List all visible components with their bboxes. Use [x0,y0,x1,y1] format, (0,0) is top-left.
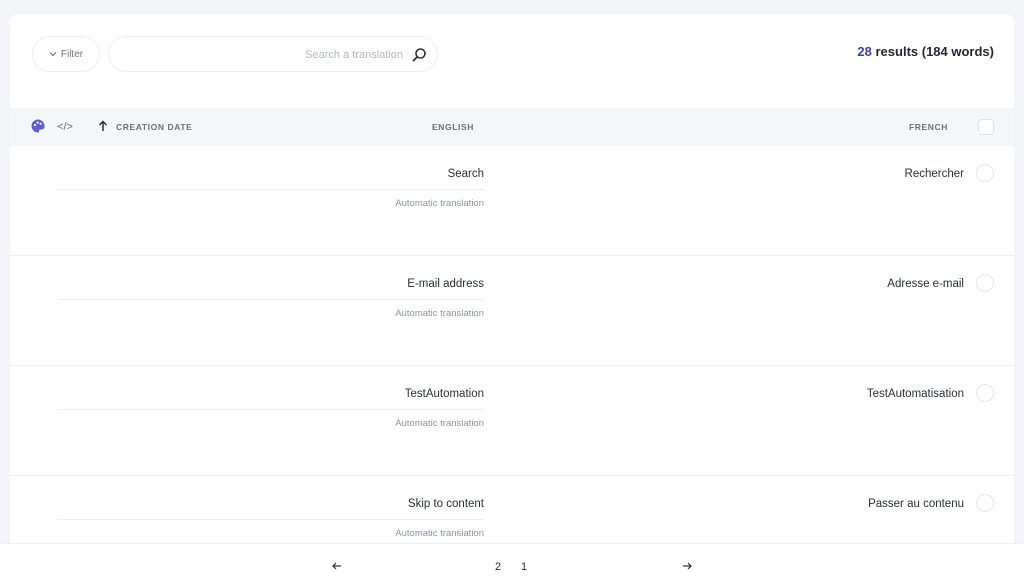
search-input[interactable] [123,46,403,64]
panel-header: 28 results (184 words) Filter [10,14,1014,88]
source-text: Passer au contenu [868,498,964,510]
translations-panel: 28 results (184 words) Filter FRENCH ENG… [10,14,1014,586]
page-2[interactable]: 2 [488,561,508,573]
translation-list: Rechercher Search Automatic translation … [10,146,1014,586]
table-row[interactable]: TestAutomatisation TestAutomation Automa… [10,366,1014,476]
results-summary: 28 results (184 words) [857,44,994,59]
column-creation-date[interactable]: CREATION DATE [116,122,192,132]
source-text: TestAutomatisation [866,388,964,400]
translation-note: Automatic translation [395,528,484,539]
translation-field[interactable]: E-mail address [58,278,484,300]
select-all-checkbox[interactable] [978,119,994,135]
column-english[interactable]: ENGLISH [432,122,474,132]
arrow-right-icon[interactable] [680,559,694,573]
results-count: 28 [857,44,872,59]
results-text: results (184 words) [871,44,995,59]
row-checkbox[interactable] [976,164,994,182]
source-text: Rechercher [904,168,964,180]
pagination: 2 1 [0,543,1024,586]
translation-note: Automatic translation [395,198,484,209]
code-icon[interactable]: </> [56,118,74,136]
palette-icon[interactable] [30,118,46,134]
translation-field[interactable]: Search [58,168,484,190]
table-row[interactable]: Adresse e-mail E-mail address Automatic … [10,256,1014,366]
page-1[interactable]: 1 [514,561,534,573]
translation-field[interactable]: Skip to content [58,498,484,520]
translation-field[interactable]: TestAutomation [58,388,484,410]
row-checkbox[interactable] [976,384,994,402]
row-checkbox[interactable] [976,274,994,292]
chevron-down-icon [49,52,57,57]
row-checkbox[interactable] [976,494,994,512]
translation-note: Automatic translation [395,308,484,319]
search-icon [412,48,426,62]
translation-note: Automatic translation [395,418,484,429]
column-header: FRENCH ENGLISH CREATION DATE </> [10,108,1014,146]
sort-arrow-up-icon[interactable] [96,119,110,133]
filter-button[interactable]: Filter [32,36,100,72]
source-text: Adresse e-mail [887,278,964,290]
column-french[interactable]: FRENCH [909,122,948,132]
table-row[interactable]: Rechercher Search Automatic translation [10,146,1014,256]
search-box[interactable] [108,36,438,72]
filter-label: Filter [60,48,84,60]
arrow-left-icon[interactable] [330,559,344,573]
